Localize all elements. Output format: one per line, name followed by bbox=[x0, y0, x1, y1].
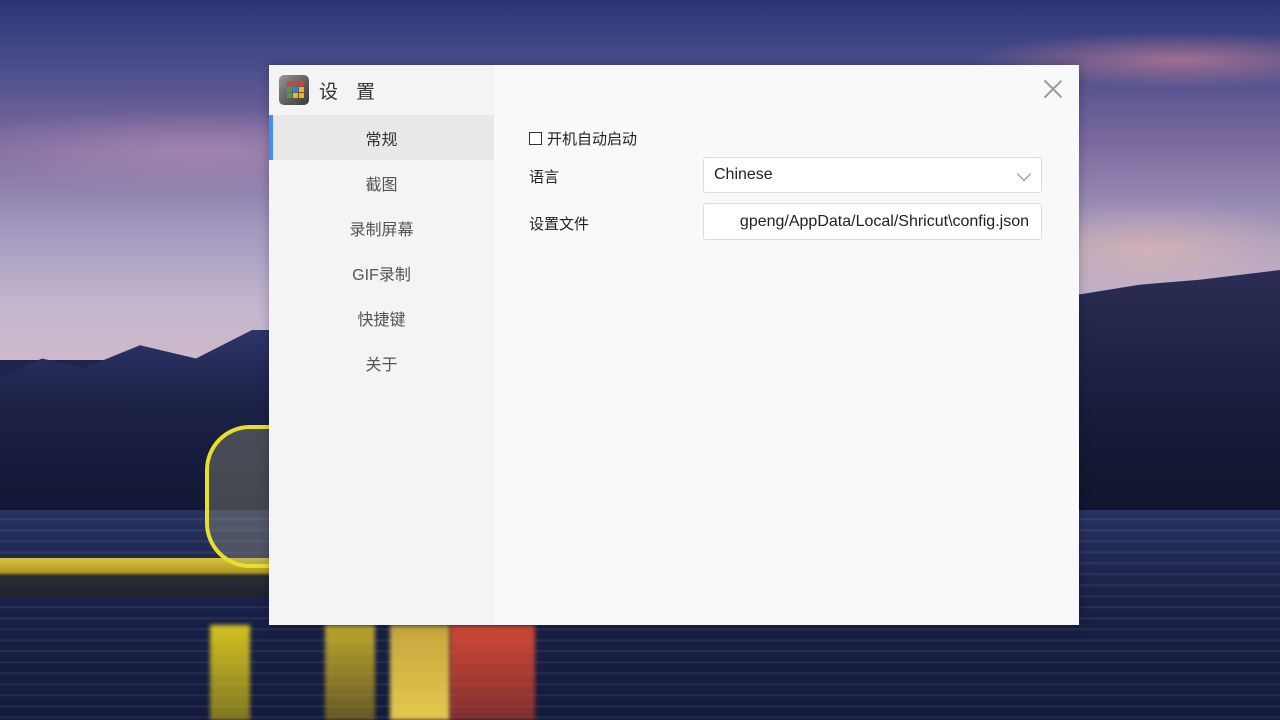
settings-window: 设 置 常规 截图 录制屏幕 GIF录制 快捷键 关于 开机自动启动 语言 Ch… bbox=[269, 65, 1079, 625]
nav-item-about[interactable]: 关于 bbox=[269, 340, 494, 385]
app-grid-icon bbox=[279, 75, 309, 105]
app-icon-cell bbox=[299, 87, 304, 92]
nav-item-label: 快捷键 bbox=[357, 311, 406, 329]
app-icon-cell bbox=[293, 81, 298, 86]
app-icon-cell bbox=[287, 93, 292, 98]
app-header: 设 置 bbox=[269, 65, 494, 115]
wallpaper-reflection bbox=[325, 625, 375, 720]
nav-item-screen-recording[interactable]: 录制屏幕 bbox=[269, 205, 494, 250]
nav-item-label: 截图 bbox=[365, 176, 398, 194]
app-icon-cell bbox=[299, 93, 304, 98]
nav-item-screenshot[interactable]: 截图 bbox=[269, 160, 494, 205]
wallpaper-reflection bbox=[450, 625, 535, 720]
app-icon-cell bbox=[287, 87, 292, 92]
nav-item-label: GIF录制 bbox=[352, 266, 411, 284]
autostart-label: 开机自动启动 bbox=[547, 131, 638, 148]
checkbox-icon[interactable] bbox=[529, 132, 542, 145]
app-icon-cell bbox=[293, 87, 298, 92]
settings-content: 开机自动启动 语言 Chinese 设置文件 bbox=[494, 65, 1079, 625]
app-icon-cell bbox=[293, 93, 298, 98]
nav-item-label: 录制屏幕 bbox=[349, 221, 414, 239]
nav-item-shortcuts[interactable]: 快捷键 bbox=[269, 295, 494, 340]
wallpaper-reflection bbox=[210, 625, 250, 720]
nav-item-label: 关于 bbox=[365, 356, 398, 374]
language-select[interactable]: Chinese bbox=[703, 157, 1042, 193]
language-value: Chinese bbox=[714, 166, 773, 183]
nav-item-gif-recording[interactable]: GIF录制 bbox=[269, 250, 494, 295]
config-file-input[interactable] bbox=[703, 203, 1042, 240]
chevron-down-icon bbox=[1016, 166, 1032, 182]
window-title: 设 置 bbox=[319, 80, 382, 103]
wallpaper-reflection bbox=[390, 625, 450, 720]
settings-sidebar: 设 置 常规 截图 录制屏幕 GIF录制 快捷键 关于 bbox=[269, 65, 494, 625]
config-file-label: 设置文件 bbox=[529, 216, 590, 233]
close-button[interactable] bbox=[1043, 79, 1063, 99]
autostart-checkbox[interactable]: 开机自动启动 bbox=[529, 128, 637, 149]
nav-item-label: 常规 bbox=[365, 131, 398, 149]
app-icon-cell bbox=[287, 81, 292, 86]
nav-item-general[interactable]: 常规 bbox=[269, 115, 494, 160]
language-label: 语言 bbox=[529, 169, 560, 186]
wallpaper-mountains-right bbox=[1079, 270, 1280, 515]
app-icon-cell bbox=[299, 81, 304, 86]
settings-nav: 常规 截图 录制屏幕 GIF录制 快捷键 关于 bbox=[269, 115, 494, 385]
